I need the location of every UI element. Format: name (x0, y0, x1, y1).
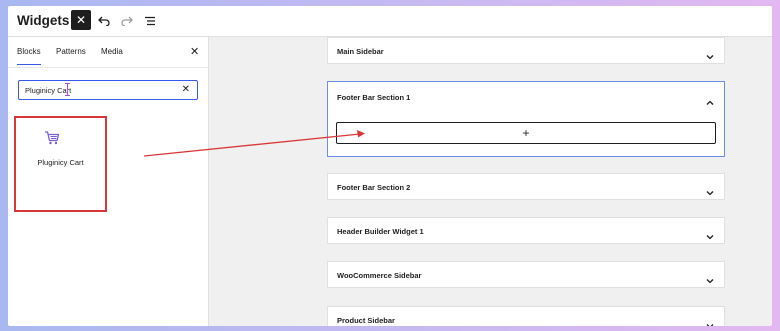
page-title: Widgets (17, 13, 70, 28)
widget-area-title: Header Builder Widget 1 (337, 227, 424, 236)
widget-area-footer-bar-section-1[interactable]: Footer Bar Section 1 + (327, 81, 725, 157)
chevron-up-icon[interactable] (706, 93, 714, 111)
widget-area-title: Footer Bar Section 2 (337, 183, 411, 192)
widget-area-footer-bar-section-2[interactable]: Footer Bar Section 2 (327, 173, 725, 200)
redo-icon[interactable] (118, 12, 136, 30)
chevron-down-icon[interactable] (706, 183, 714, 201)
block-search-input[interactable]: Pluginicy Cart ✕ (18, 80, 198, 100)
block-result-pluginicy-cart[interactable]: Pluginicy Cart (14, 116, 107, 212)
plus-icon: + (522, 126, 530, 140)
close-inserter-button[interactable]: ✕ (71, 10, 91, 30)
editor-header: Widgets ✕ (8, 6, 772, 37)
add-block-button[interactable]: + (336, 122, 716, 144)
clear-search-icon[interactable]: ✕ (182, 84, 190, 95)
chevron-down-icon[interactable] (706, 227, 714, 245)
tab-blocks[interactable]: Blocks (17, 47, 41, 65)
tab-media[interactable]: Media (101, 47, 123, 56)
widget-area-title: Main Sidebar (337, 47, 384, 56)
widgets-editor: Widgets ✕ Blocks Patterns Media ✕ Plugin… (8, 6, 772, 326)
list-view-icon[interactable] (141, 12, 159, 30)
block-label: Pluginicy Cart (37, 158, 84, 167)
widget-area-main-sidebar[interactable]: Main Sidebar (327, 37, 725, 64)
widget-area-title: Footer Bar Section 1 (337, 93, 411, 102)
close-icon: ✕ (75, 13, 87, 27)
text-cursor-icon (65, 83, 70, 96)
block-inserter-panel: Blocks Patterns Media ✕ Pluginicy Cart ✕… (8, 37, 209, 326)
close-panel-icon[interactable]: ✕ (190, 45, 199, 58)
widget-area-title: WooCommerce Sidebar (337, 271, 422, 280)
chevron-down-icon[interactable] (706, 271, 714, 289)
widget-area-header-builder-widget-1[interactable]: Header Builder Widget 1 (327, 217, 725, 244)
search-value: Pluginicy Cart (25, 86, 72, 95)
chevron-down-icon[interactable] (706, 316, 714, 326)
cart-icon (44, 131, 60, 150)
inserter-tabs: Blocks Patterns Media ✕ (8, 37, 208, 68)
widget-area-woocommerce-sidebar[interactable]: WooCommerce Sidebar (327, 261, 725, 288)
widget-area-title: Product Sidebar (337, 316, 395, 325)
tab-patterns[interactable]: Patterns (56, 47, 86, 56)
undo-icon[interactable] (95, 12, 113, 30)
widget-area-product-sidebar[interactable]: Product Sidebar (327, 306, 725, 326)
chevron-down-icon[interactable] (706, 47, 714, 65)
